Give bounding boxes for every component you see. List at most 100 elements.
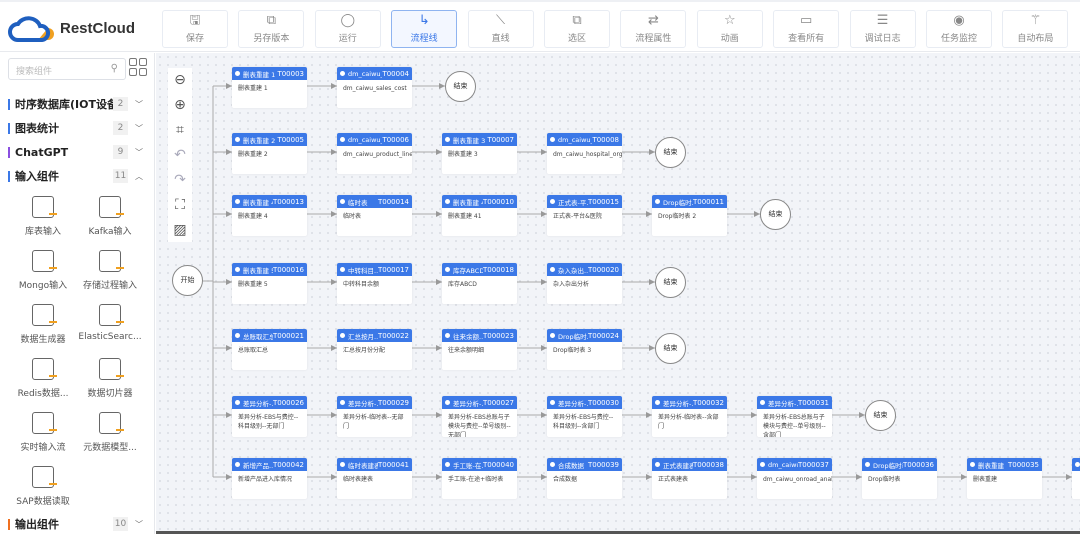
flow-node[interactable]: 删表重建 3 T00007 删表重建 3 <box>442 133 517 174</box>
toolbar-button-animation-star[interactable]: ☆ 动画 <box>696 10 763 48</box>
flow-node[interactable]: dm_caiwu_...T000037 dm_caiwu_onroad_analy… <box>757 458 832 499</box>
node-description: 删表重建 5 <box>238 281 268 288</box>
category-3[interactable]: 输入组件 11 ︿ <box>8 167 148 185</box>
flow-node[interactable]: Drop临时表T000036Drop临时表 <box>862 458 937 499</box>
end-node[interactable]: 结束 <box>445 71 476 102</box>
chevron-down-icon[interactable]: ﹀ <box>135 123 143 134</box>
flow-node[interactable]: 差异分析-...T000030 差异分析-EBS与费控--科目级别--含部门 <box>547 396 622 437</box>
component-item[interactable]: Mongo输入 <box>8 250 78 291</box>
flow-node[interactable]: dm_caiwu_...T00008 dm_caiwu_hospital_org_… <box>547 133 622 174</box>
node-type-icon <box>1075 462 1080 467</box>
component-item[interactable]: Kafka输入 <box>75 196 145 237</box>
node-id: T000016 <box>273 265 304 274</box>
chevron-up-icon[interactable]: ︿ <box>135 171 143 182</box>
fit-icon[interactable]: ⌗ <box>168 118 192 143</box>
flow-node[interactable] <box>1072 458 1080 499</box>
flow-node[interactable]: 删表重建 2 T00005 删表重建 2 <box>232 133 307 174</box>
toolbar-button-debug-log[interactable]: ☰ 调试日志 <box>849 10 916 48</box>
undo-icon[interactable]: ↶ <box>168 143 192 168</box>
chevron-down-icon[interactable]: ﹀ <box>135 99 143 110</box>
flow-node[interactable]: 删表重建 1 T00003 删表重建 1 <box>232 67 307 108</box>
node-id: T000038 <box>693 460 724 469</box>
category-2[interactable]: ChatGPT 9 ﹀ <box>8 143 148 161</box>
flow-node[interactable]: 合成数据 T000039 合成数据 <box>547 458 622 499</box>
flow-node[interactable]: Drop临时...T000024 Drop临时表 3 <box>547 329 622 370</box>
component-item[interactable]: Redis数据... <box>8 358 78 399</box>
flow-node[interactable]: 差异分析-...T000026 差异分析-EBS与费控--科目级别--无部门 <box>232 396 307 437</box>
flow-node[interactable]: Drop临时...T000011 Drop临时表 2 <box>652 195 727 236</box>
flow-node[interactable]: 删表重建 4 T000013 删表重建 4 <box>232 195 307 236</box>
category-1[interactable]: 图表统计 2 ﹀ <box>8 119 148 137</box>
category-4[interactable]: 输出组件 10 ﹀ <box>8 515 148 533</box>
node-description: 差异分析-EBS总账与子模块与费控--单号级别--含部门 <box>763 414 826 437</box>
toolbar-button-straight-line[interactable]: ⟍ 直线 <box>467 10 534 48</box>
toolbar-button-flow-properties[interactable]: ⇄ 流程属性 <box>620 10 687 48</box>
flow-node[interactable]: 新增产品... T000042 新增产品进入库情况 <box>232 458 307 499</box>
end-node[interactable]: 结束 <box>655 333 686 364</box>
flow-node[interactable]: 总账取汇总 T000021 总账取汇总 <box>232 329 307 370</box>
node-type-icon <box>445 199 450 204</box>
flow-node[interactable]: 正式表-平...T000015 正式表-平台&医院 <box>547 195 622 236</box>
component-item[interactable]: 数据切片器 <box>75 358 145 399</box>
component-item[interactable]: ElasticSearc... <box>75 304 145 342</box>
zoom-out-icon[interactable]: ⊖ <box>168 68 192 93</box>
flow-node[interactable]: 往来余额... T000023 往来余额明细 <box>442 329 517 370</box>
component-item[interactable]: 数据生成器 <box>8 304 78 345</box>
component-search-input[interactable]: 搜索组件 ⚲ <box>8 58 126 80</box>
category-marker <box>8 170 10 182</box>
component-item[interactable]: 实时输入流 <box>8 412 78 453</box>
node-description: 总账取汇总 <box>238 347 269 354</box>
category-0[interactable]: 时序数据库(IOT设备) 2 ﹀ <box>8 95 148 113</box>
flow-node[interactable]: 手工账-在...T000040 手工账-在途+临时表 <box>442 458 517 499</box>
start-node[interactable]: 开始 <box>172 265 203 296</box>
flow-node[interactable]: 删表重建 T000035 删表重建 <box>967 458 1042 499</box>
search-icon[interactable]: ⚲ <box>111 63 118 74</box>
flow-node[interactable]: 临时表建表 T000041 临时表建表 <box>337 458 412 499</box>
toolbar-button-flow-line[interactable]: ↳ 流程线 <box>391 10 458 48</box>
chevron-down-icon[interactable]: ﹀ <box>135 519 143 530</box>
flow-node[interactable]: 差异分析-...T000029 差异分析-临时表--无部门 <box>337 396 412 437</box>
toolbar-button-save[interactable]: 🖫 保存 <box>162 10 228 48</box>
component-item[interactable]: 元数据模型... <box>75 412 145 453</box>
flow-node[interactable]: 差异分析-...T000032 差异分析-临时表--含部门 <box>652 396 727 437</box>
toolbar-button-view-all[interactable]: ▭ 查看所有 <box>773 10 840 48</box>
toolbar-button-run-circle[interactable]: ◯ 运行 <box>314 10 381 48</box>
toolbar-button-task-monitor[interactable]: ◉ 任务监控 <box>926 10 992 48</box>
component-item[interactable]: 存储过程输入 <box>75 250 145 291</box>
node-type-icon <box>865 462 870 467</box>
end-node[interactable]: 结束 <box>760 199 791 230</box>
flow-node[interactable]: 汇总按月... T000022 汇总按月份分配 <box>337 329 412 370</box>
flow-node[interactable]: dm_caiwu_...T00004 dm_caiwu_sales_cost <box>337 67 412 108</box>
flow-node[interactable]: 中转科目... T000017 中转科目余额 <box>337 263 412 304</box>
grid-hatch-icon[interactable]: ▨ <box>168 218 192 243</box>
end-node[interactable]: 结束 <box>655 267 686 298</box>
flow-node[interactable]: 正式表建表 T000038 正式表建表 <box>652 458 727 499</box>
flow-node[interactable]: 临时表 T000014 临时表 <box>337 195 412 236</box>
toolbar-button-save-version[interactable]: ⧉ 另存版本 <box>238 10 305 48</box>
flow-node[interactable]: 删表重建 41T000010删表重建 41 <box>442 195 517 236</box>
flow-node[interactable]: 差异分析-...T000031 差异分析-EBS总账与子模块与费控--单号级别--… <box>757 396 832 437</box>
component-item[interactable]: SAP数据读取 <box>8 466 78 507</box>
flow-node[interactable]: 杂入杂出... T000020 杂入杂出分析 <box>547 263 622 304</box>
node-description: 临时表建表 <box>343 476 374 483</box>
zoom-in-icon[interactable]: ⊕ <box>168 93 192 118</box>
auto-layout-wand-icon: ⚚ <box>1029 13 1042 28</box>
flow-node[interactable]: 删表重建 5 T000016 删表重建 5 <box>232 263 307 304</box>
flow-node[interactable]: dm_caiwu_...T00006 dm_caiwu_product_line <box>337 133 412 174</box>
grid-view-icon[interactable] <box>129 58 147 76</box>
node-name: 删表重建 <box>978 461 1004 470</box>
redo-icon[interactable]: ↷ <box>168 168 192 193</box>
node-description: 差异分析-EBS与费控--科目级别--含部门 <box>553 414 614 430</box>
end-node[interactable]: 结束 <box>655 137 686 168</box>
component-label: ElasticSearc... <box>78 332 142 342</box>
node-type-icon <box>235 267 240 272</box>
chevron-down-icon[interactable]: ﹀ <box>135 147 143 158</box>
toolbar-button-selection[interactable]: ⧉ 选区 <box>544 10 610 48</box>
toolbar-button-auto-layout-wand[interactable]: ⚚ 自动布局 <box>1002 10 1069 48</box>
fullscreen-icon[interactable]: ⛶ <box>168 193 192 218</box>
end-node[interactable]: 结束 <box>865 400 896 431</box>
component-item[interactable]: 库表输入 <box>8 196 78 237</box>
flow-node[interactable]: 差异分析-...T000027 差异分析-EBS总账与子模块与费控--单号级别--… <box>442 396 517 437</box>
flow-canvas[interactable]: ⊖ ⊕ ⌗ ↶ ↷ ⛶ ▨ 开始 删表重建 1 T00003 删表重建 1 dm_ca… <box>156 53 1080 531</box>
flow-node[interactable]: 库存ABCD T000018 库存ABCD <box>442 263 517 304</box>
